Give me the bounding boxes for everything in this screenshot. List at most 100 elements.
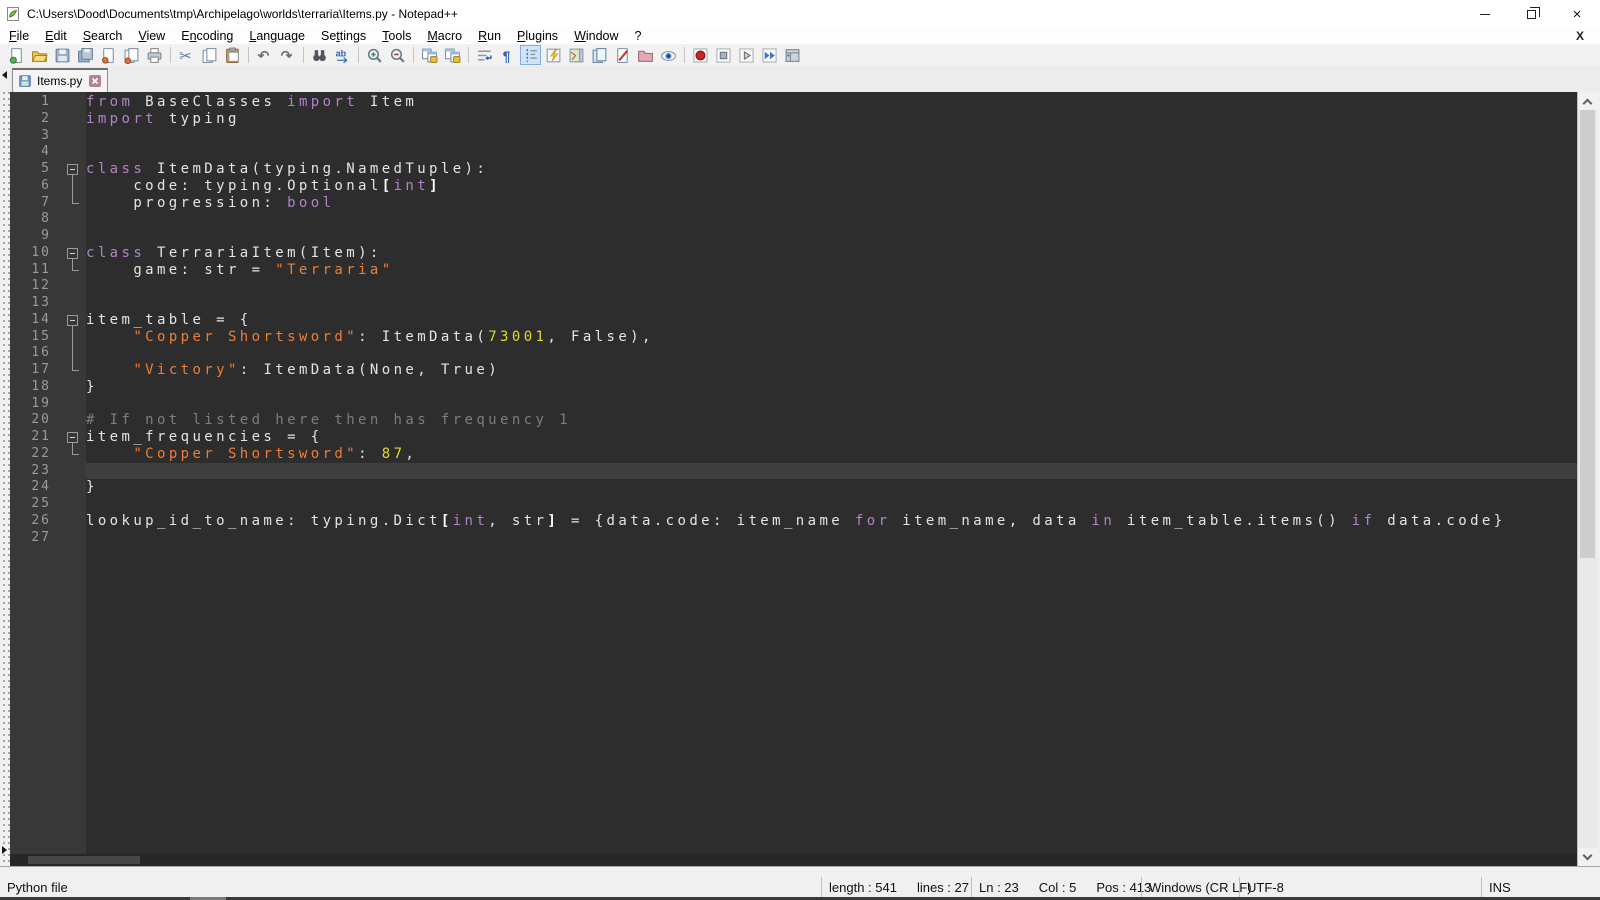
show-all-characters-button[interactable]: ¶: [497, 45, 518, 65]
doc-switcher-button[interactable]: [589, 45, 610, 65]
code-text[interactable]: }: [86, 379, 1577, 396]
code-text[interactable]: class ItemData(typing.NamedTuple):: [86, 161, 1577, 178]
code-line[interactable]: 9: [10, 228, 1577, 245]
code-text[interactable]: [86, 128, 1577, 145]
show-indent-guide-button[interactable]: [520, 45, 541, 65]
menu-encoding[interactable]: Encoding: [173, 28, 241, 44]
copy-button[interactable]: [199, 45, 220, 65]
code-text[interactable]: "Victory": ItemData(None, True): [86, 362, 1577, 379]
code-text[interactable]: [86, 345, 1577, 362]
panel-splitter-grip[interactable]: [0, 92, 10, 866]
code-line[interactable]: 3: [10, 128, 1577, 145]
replace-button[interactable]: ab: [332, 45, 353, 65]
close-all-button[interactable]: [121, 45, 142, 65]
line-number[interactable]: 2: [10, 111, 62, 128]
code-line[interactable]: 12: [10, 278, 1577, 295]
line-number[interactable]: 19: [10, 396, 62, 413]
code-line[interactable]: 4: [10, 144, 1577, 161]
macro-save-button[interactable]: [782, 45, 803, 65]
horizontal-scrollbar[interactable]: [10, 854, 1577, 866]
line-number[interactable]: 25: [10, 496, 62, 513]
menu-file[interactable]: File: [1, 28, 37, 44]
code-line[interactable]: 5 class ItemData(typing.NamedTuple):: [10, 161, 1577, 178]
code-text[interactable]: game: str = "Terraria": [86, 262, 1577, 279]
word-wrap-button[interactable]: [474, 45, 495, 65]
code-line[interactable]: 7 progression: bool: [10, 195, 1577, 212]
restore-button[interactable]: [1508, 0, 1554, 28]
line-number[interactable]: 14: [10, 312, 62, 329]
save-file-button[interactable]: [52, 45, 73, 65]
print-button[interactable]: [144, 45, 165, 65]
code-text[interactable]: item_frequencies = {: [86, 429, 1577, 446]
code-line[interactable]: 13: [10, 295, 1577, 312]
fold-marker-open[interactable]: [62, 161, 86, 178]
edit-page-button[interactable]: [612, 45, 633, 65]
code-text[interactable]: "Copper Shortsword": 87,: [86, 446, 1577, 463]
menu-language[interactable]: Language: [241, 28, 313, 44]
paste-button[interactable]: [222, 45, 243, 65]
scrollbar-up-button[interactable]: [1578, 92, 1597, 110]
line-number[interactable]: 22: [10, 446, 62, 463]
code-text[interactable]: [86, 228, 1577, 245]
code-text[interactable]: [86, 144, 1577, 161]
code-line[interactable]: 1from BaseClasses import Item: [10, 94, 1577, 111]
menu-tools[interactable]: Tools: [374, 28, 419, 44]
code-text[interactable]: [86, 396, 1577, 413]
line-number[interactable]: 21: [10, 429, 62, 446]
macro-run-multiple-button[interactable]: [759, 45, 780, 65]
code-line[interactable]: 25: [10, 496, 1577, 513]
fold-marker-open[interactable]: [62, 245, 86, 262]
code-text[interactable]: item_table = {: [86, 312, 1577, 329]
status-insert-mode[interactable]: INS: [1481, 877, 1600, 897]
find-button[interactable]: [309, 45, 330, 65]
code-text[interactable]: [86, 295, 1577, 312]
line-number[interactable]: 6: [10, 178, 62, 195]
line-number[interactable]: 13: [10, 295, 62, 312]
code-text[interactable]: }: [86, 479, 1577, 496]
code-line[interactable]: 10class TerrariaItem(Item):: [10, 245, 1577, 262]
line-number[interactable]: 9: [10, 228, 62, 245]
code-text[interactable]: import typing: [86, 111, 1577, 128]
line-number[interactable]: 5: [10, 161, 62, 178]
line-number[interactable]: 26: [10, 513, 62, 530]
save-all-button[interactable]: [75, 45, 96, 65]
line-number[interactable]: 24: [10, 479, 62, 496]
open-file-button[interactable]: [29, 45, 50, 65]
zoom-out-button[interactable]: [387, 45, 408, 65]
horizontal-scrollbar-thumb[interactable]: [28, 856, 140, 864]
line-number[interactable]: 3: [10, 128, 62, 145]
scrollbar-down-button[interactable]: [1578, 848, 1597, 866]
line-number[interactable]: 8: [10, 211, 62, 228]
zoom-in-button[interactable]: [364, 45, 385, 65]
code-line[interactable]: 24}: [10, 479, 1577, 496]
code-text[interactable]: progression: bool: [86, 195, 1577, 212]
menubar-close-button[interactable]: X: [1576, 29, 1584, 43]
line-number[interactable]: 20: [10, 412, 62, 429]
line-number[interactable]: 15: [10, 329, 62, 346]
project-folder-button[interactable]: [635, 45, 656, 65]
vertical-scrollbar-thumb[interactable]: [1580, 110, 1595, 558]
line-number[interactable]: 18: [10, 379, 62, 396]
vertical-scrollbar[interactable]: [1577, 92, 1597, 866]
code-line[interactable]: 27: [10, 530, 1577, 547]
close-file-button[interactable]: [98, 45, 119, 65]
cut-button[interactable]: ✂: [176, 45, 197, 65]
code-text[interactable]: lookup_id_to_name: typing.Dict[int, str]…: [86, 513, 1577, 530]
menu-search[interactable]: Search: [75, 28, 131, 44]
code-editor[interactable]: 1from BaseClasses import Item2 import typ…: [10, 92, 1577, 866]
code-line[interactable]: 14 item_table = {: [10, 312, 1577, 329]
panel-splitter-top[interactable]: [0, 66, 10, 92]
macro-stop-button[interactable]: [713, 45, 734, 65]
line-number[interactable]: 7: [10, 195, 62, 212]
code-line[interactable]: 8: [10, 211, 1577, 228]
menu-view[interactable]: View: [130, 28, 173, 44]
line-number[interactable]: 4: [10, 144, 62, 161]
code-line[interactable]: 2 import typing: [10, 111, 1577, 128]
macro-play-button[interactable]: [736, 45, 757, 65]
code-line[interactable]: 26 lookup_id_to_name: typing.Dict[int, st…: [10, 513, 1577, 530]
menu-plugins[interactable]: Plugins: [509, 28, 566, 44]
tab-items-py[interactable]: Items.py: [12, 68, 108, 92]
function-list-button[interactable]: [543, 45, 564, 65]
line-number[interactable]: 11: [10, 262, 62, 279]
code-line[interactable]: 22 "Copper Shortsword": 87,: [10, 446, 1577, 463]
